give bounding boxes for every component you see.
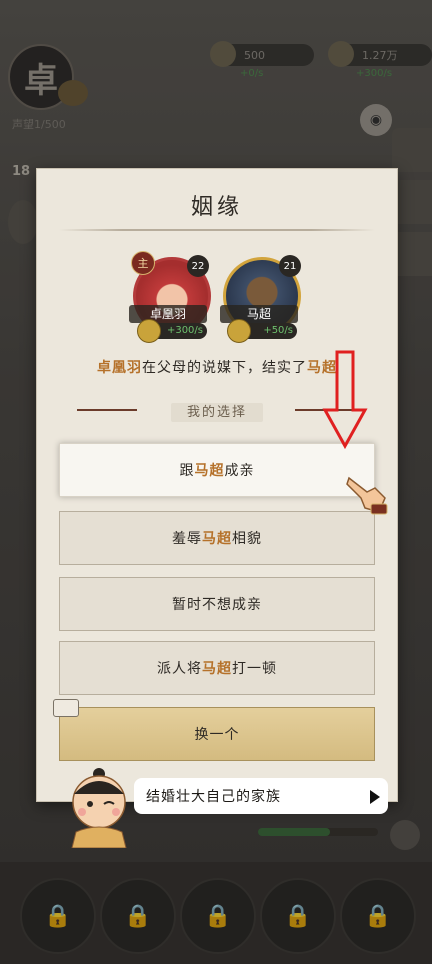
pointing-hand-icon: [346, 476, 388, 515]
swap-label: 换一个: [194, 727, 240, 743]
choice-highlight: 马超: [202, 531, 232, 547]
choice-highlight: 马超: [202, 661, 232, 677]
choice-decline[interactable]: 暂时不想成亲: [59, 577, 375, 631]
hero-level-badge: 22: [187, 255, 209, 277]
story-body: 在父母的说媒下，结实了: [142, 360, 307, 376]
coin-icon: [137, 319, 161, 343]
story-name-a: 卓凰羽: [97, 360, 142, 376]
hero-name: 卓凰羽: [129, 305, 207, 323]
choice-text: 相貌: [232, 531, 262, 547]
choice-insult[interactable]: 羞辱 马超 相貌: [59, 511, 375, 565]
play-icon[interactable]: [370, 790, 380, 804]
choice-beat[interactable]: 派人将 马超 打一顿: [59, 641, 375, 695]
choice-text: 羞辱: [172, 531, 202, 547]
title-divider: [59, 229, 375, 231]
choice-text: 暂时不想成亲: [172, 597, 262, 613]
coin-icon: [227, 319, 251, 343]
advisor-tip-text: 结婚壮大自己的家族: [146, 789, 281, 805]
swap-button[interactable]: 换一个: [59, 707, 375, 761]
marriage-modal: 姻缘 主 22 卓凰羽 +300/s 21 马超 +50/s 卓凰羽在父母的说媒…: [36, 168, 398, 802]
choice-text: 跟: [179, 463, 195, 479]
modal-title: 姻缘: [190, 195, 243, 220]
choice-text: 打一顿: [232, 661, 277, 677]
choice-highlight: 马超: [194, 463, 225, 479]
advisor-avatar: [71, 768, 127, 848]
hero-level-badge: 21: [279, 255, 301, 277]
choice-text: 成亲: [224, 463, 255, 479]
choice-text: 派人将: [157, 661, 202, 677]
advisor-tip-bubble[interactable]: 结婚壮大自己的家族: [134, 778, 388, 814]
section-label-text: 我的选择: [170, 403, 263, 422]
video-icon: [53, 699, 79, 717]
main-tag: 主: [131, 251, 155, 275]
choice-marry[interactable]: 跟马超 成亲: [59, 443, 375, 497]
down-arrow-icon: [322, 350, 368, 450]
